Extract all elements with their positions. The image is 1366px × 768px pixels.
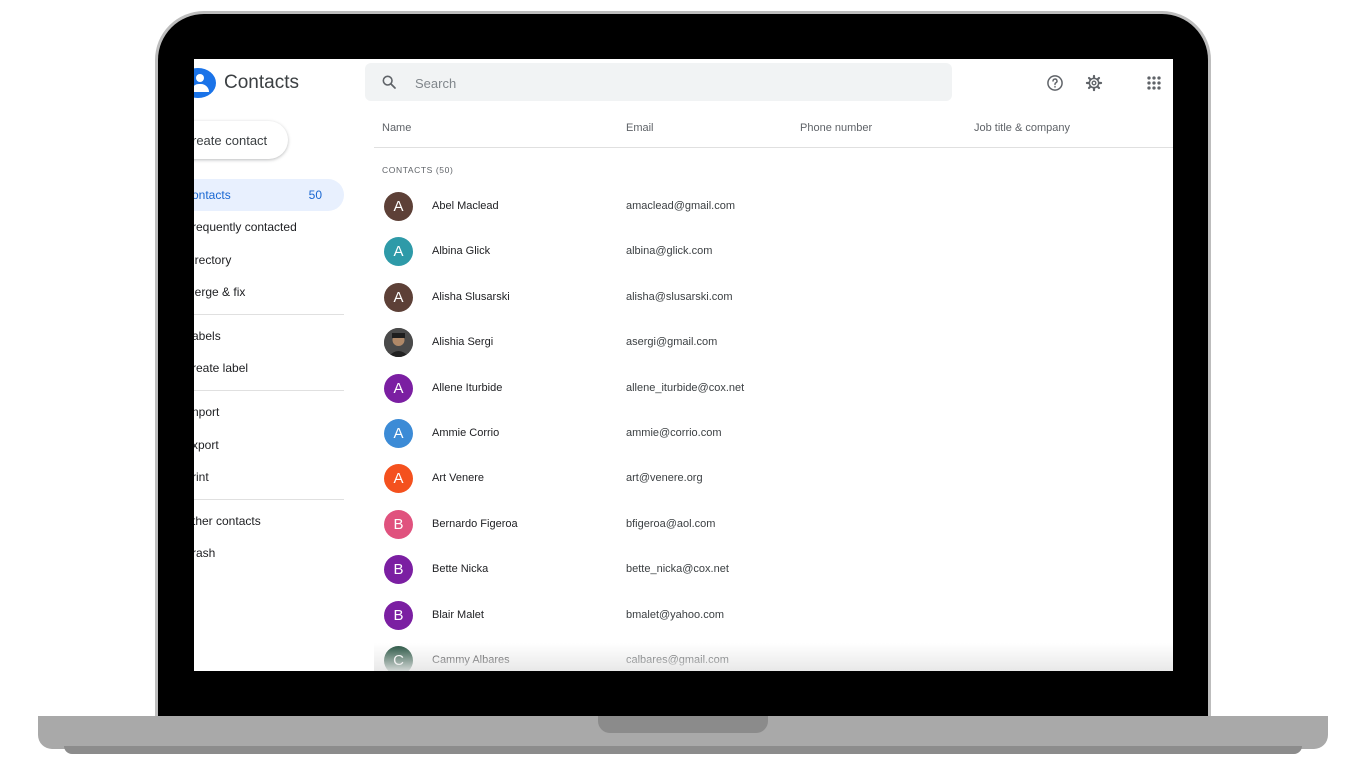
sidebar-item-label: rash <box>194 546 216 560</box>
table-row[interactable]: B Bette Nicka bette_nicka@cox.net <box>374 548 1164 592</box>
table-row[interactable]: A Albina Glick albina@glick.com <box>374 230 1164 274</box>
contacts-count-badge: 50 <box>308 188 322 202</box>
contact-email: calbares@gmail.com <box>626 654 729 666</box>
contact-email: bmalet@yahoo.com <box>626 608 724 621</box>
create-contact-label: reate contact <box>194 133 268 148</box>
avatar: A <box>384 192 413 221</box>
sidebar-item-contacts[interactable]: ontacts 50 <box>194 179 344 211</box>
column-header-phone[interactable]: Phone number <box>800 122 872 134</box>
avatar: B <box>384 555 413 585</box>
contact-email: bette_nicka@cox.net <box>626 563 729 576</box>
column-header-email[interactable]: Email <box>626 122 654 134</box>
sidebar-item-print[interactable]: rint <box>194 461 344 493</box>
avatar: C <box>384 646 413 671</box>
table-row[interactable]: A Alisha Slusarski alisha@slusarski.com <box>374 276 1164 320</box>
contacts-logo-icon <box>194 68 216 98</box>
settings-gear-icon[interactable] <box>1084 73 1104 93</box>
contact-email: ammie@corrio.com <box>626 427 722 439</box>
contact-name: Allene Iturbide <box>432 381 503 394</box>
sidebar-divider <box>194 499 344 500</box>
table-row[interactable]: A Abel Maclead amaclead@gmail.com <box>374 185 1164 229</box>
avatar <box>384 328 413 358</box>
sidebar-item-label: abels <box>194 329 221 343</box>
apps-grid-icon[interactable] <box>1144 73 1164 93</box>
contact-email: bfigeroa@aol.com <box>626 517 716 530</box>
sidebar-item-export[interactable]: xport <box>194 429 344 461</box>
sidebar-item-merge-fix[interactable]: lerge & fix <box>194 276 344 308</box>
column-header-name[interactable]: Name <box>382 122 411 134</box>
avatar: B <box>384 600 413 630</box>
sidebar-divider <box>194 314 344 315</box>
contact-name: Art Venere <box>432 472 484 485</box>
contact-email: alisha@slusarski.com <box>626 290 733 303</box>
table-row[interactable]: B Bernardo Figeroa bfigeroa@aol.com <box>374 503 1164 547</box>
table-row[interactable]: A Ammie Corrio ammie@corrio.com <box>374 412 1164 456</box>
avatar: A <box>384 237 413 267</box>
table-row[interactable]: A Allene Iturbide allene_iturbide@cox.net <box>374 367 1164 411</box>
create-contact-button[interactable]: reate contact <box>194 121 288 159</box>
avatar: A <box>384 373 413 403</box>
contacts-app-screen: Contacts reate contact ontacts 50 requen… <box>194 59 1173 671</box>
contact-name: Bette Nicka <box>432 563 489 576</box>
sidebar-item-other-contacts[interactable]: ther contacts <box>194 505 344 537</box>
avatar: A <box>384 464 413 494</box>
table-row[interactable]: C Cammy Albares calbares@gmail.com <box>374 639 1164 671</box>
sidebar-item-frequently-contacted[interactable]: requently contacted <box>194 211 344 243</box>
avatar: B <box>384 509 413 539</box>
laptop-notch <box>598 716 768 733</box>
contact-name: Cammy Albares <box>432 654 510 666</box>
search-input[interactable] <box>413 71 937 95</box>
sidebar-item-trash[interactable]: rash <box>194 537 344 569</box>
contact-email: albina@glick.com <box>626 245 713 258</box>
contact-name: Alisha Slusarski <box>432 290 510 303</box>
sidebar-item-labels[interactable]: abels <box>194 320 344 352</box>
help-icon[interactable] <box>1045 73 1065 93</box>
contact-email: allene_iturbide@cox.net <box>626 381 745 394</box>
contact-name: Ammie Corrio <box>432 427 500 439</box>
sidebar-item-label: rint <box>194 470 209 484</box>
table-row[interactable]: B Blair Malet bmalet@yahoo.com <box>374 594 1164 638</box>
sidebar-item-directory[interactable]: irectory <box>194 244 344 276</box>
contact-name: Blair Malet <box>432 608 484 621</box>
search-icon <box>382 75 396 89</box>
sidebar-item-label: ther contacts <box>194 514 261 528</box>
sidebar-item-label: ontacts <box>194 188 231 202</box>
contact-name: Abel Maclead <box>432 200 499 212</box>
avatar: A <box>384 419 413 448</box>
sidebar-item-label: xport <box>194 438 219 452</box>
contact-email: amaclead@gmail.com <box>626 200 735 212</box>
table-row[interactable]: Alishia Sergi asergi@gmail.com <box>374 321 1164 365</box>
contact-email: art@venere.org <box>626 472 703 485</box>
avatar: A <box>384 282 413 312</box>
contact-name: Bernardo Figeroa <box>432 517 518 530</box>
app-title: Contacts <box>224 72 299 93</box>
sidebar-item-label: reate label <box>194 361 249 375</box>
laptop-base-shadow <box>64 746 1302 754</box>
sidebar-item-label: nport <box>194 405 220 419</box>
contact-name: Albina Glick <box>432 245 491 258</box>
sidebar-item-label: requently contacted <box>194 220 297 234</box>
contacts-section-label: CONTACTS (50) <box>382 165 454 175</box>
table-row[interactable]: A Art Venere art@venere.org <box>374 457 1164 501</box>
sidebar-item-label: lerge & fix <box>194 285 246 299</box>
contact-name: Alishia Sergi <box>432 336 494 349</box>
sidebar-item-label: irectory <box>194 253 232 267</box>
contact-email: asergi@gmail.com <box>626 336 718 349</box>
search-bar[interactable] <box>365 63 952 101</box>
header-divider <box>374 147 1173 148</box>
sidebar-divider <box>194 390 344 391</box>
sidebar-item-create-label[interactable]: reate label <box>194 352 344 384</box>
column-header-job-title[interactable]: Job title & company <box>974 122 1070 134</box>
sidebar-item-import[interactable]: nport <box>194 396 344 428</box>
